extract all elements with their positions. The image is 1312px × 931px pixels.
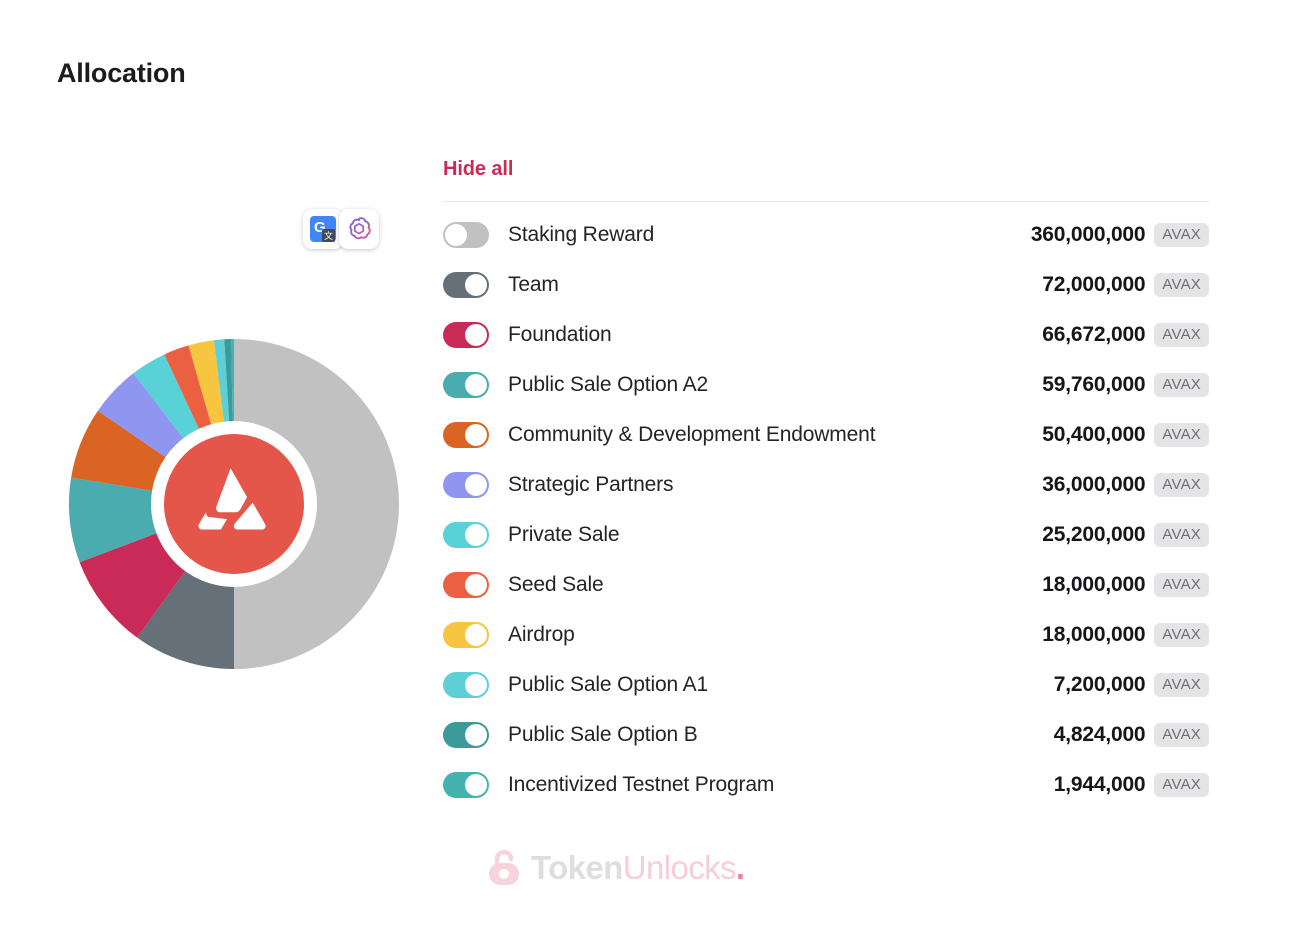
legend-toggle[interactable]: [443, 472, 489, 498]
legend-label: Community & Development Endowment: [508, 423, 876, 447]
allocation-donut-chart: [68, 338, 400, 670]
toggle-knob: [465, 524, 487, 546]
legend-value: 18,000,000: [1042, 573, 1146, 596]
legend-row[interactable]: Public Sale Option B 4,824,000 AVAX: [443, 710, 1209, 760]
unit-badge: AVAX: [1154, 323, 1209, 347]
legend-divider: [443, 201, 1209, 202]
legend-toggle[interactable]: [443, 322, 489, 348]
legend-row[interactable]: Staking Reward 360,000,000 AVAX: [443, 210, 1209, 260]
legend-value: 36,000,000: [1042, 473, 1146, 496]
toggle-knob: [465, 574, 487, 596]
legend-row-list: Staking Reward 360,000,000 AVAX Team 72,000,…: [443, 210, 1209, 810]
unit-badge: AVAX: [1154, 773, 1209, 797]
legend-row[interactable]: Foundation 66,672,000 AVAX: [443, 310, 1209, 360]
legend-label: Strategic Partners: [508, 473, 674, 497]
unit-badge: AVAX: [1154, 673, 1209, 697]
legend-value: 59,760,000: [1042, 373, 1146, 396]
donut-svg: [69, 339, 399, 669]
unit-badge: AVAX: [1154, 373, 1209, 397]
unit-badge: AVAX: [1154, 273, 1209, 297]
unit-badge: AVAX: [1154, 723, 1209, 747]
watermark-dot: .: [735, 848, 745, 886]
legend-toggle[interactable]: [443, 522, 489, 548]
legend-value: 18,000,000: [1042, 623, 1146, 646]
legend-value: 7,200,000: [1053, 673, 1146, 696]
legend-toggle[interactable]: [443, 622, 489, 648]
toggle-knob: [465, 724, 487, 746]
legend-value: 1,944,000: [1053, 773, 1146, 796]
page-title: Allocation: [57, 58, 186, 88]
unit-badge: AVAX: [1154, 623, 1209, 647]
toggle-knob: [465, 674, 487, 696]
legend-label: Incentivized Testnet Program: [508, 773, 775, 797]
legend-row[interactable]: Incentivized Testnet Program 1,944,000 AVA…: [443, 760, 1209, 810]
legend-toggle[interactable]: [443, 722, 489, 748]
legend-value: 50,400,000: [1042, 423, 1146, 446]
legend-toggle[interactable]: [443, 572, 489, 598]
legend-row[interactable]: Public Sale Option A2 59,760,000 AVAX: [443, 360, 1209, 410]
legend-label: Seed Sale: [508, 573, 604, 597]
google-translate-extension-icon[interactable]: G 文: [303, 209, 343, 249]
allocation-page: Allocation G 文 Hide all Staking Reward 3…: [0, 0, 1312, 931]
legend-label: Foundation: [508, 323, 612, 347]
legend-value: 4,824,000: [1053, 723, 1146, 746]
legend-label: Public Sale Option A1: [508, 673, 708, 697]
openai-logo-icon: [349, 217, 371, 240]
legend-toggle[interactable]: [443, 672, 489, 698]
legend-row[interactable]: Airdrop 18,000,000 AVAX: [443, 610, 1209, 660]
unit-badge: AVAX: [1154, 473, 1209, 497]
legend-value: 360,000,000: [1030, 223, 1146, 246]
legend-value: 66,672,000: [1042, 323, 1146, 346]
watermark-token: Token: [531, 848, 623, 886]
toggle-knob: [465, 274, 487, 296]
legend-label: Staking Reward: [508, 223, 655, 247]
legend-label: Airdrop: [508, 623, 575, 647]
legend-toggle[interactable]: [443, 422, 489, 448]
allocation-legend: Hide all Staking Reward 360,000,000 AVAX Te…: [443, 158, 1209, 810]
toggle-knob: [465, 624, 487, 646]
legend-label: Private Sale: [508, 523, 620, 547]
toggle-knob: [465, 474, 487, 496]
chatgpt-extension-icon[interactable]: [339, 209, 379, 249]
legend-row[interactable]: Public Sale Option A1 7,200,000 AVAX: [443, 660, 1209, 710]
toggle-knob: [465, 374, 487, 396]
browser-extension-icons: G 文: [303, 209, 379, 249]
legend-row[interactable]: Seed Sale 18,000,000 AVAX: [443, 560, 1209, 610]
legend-toggle[interactable]: [443, 222, 489, 248]
legend-label: Public Sale Option B: [508, 723, 698, 747]
legend-value: 25,200,000: [1042, 523, 1146, 546]
legend-toggle[interactable]: [443, 772, 489, 798]
tokenunlocks-watermark: TokenUnlocks.: [487, 848, 745, 886]
legend-row[interactable]: Team 72,000,000 AVAX: [443, 260, 1209, 310]
unit-badge: AVAX: [1154, 573, 1209, 597]
legend-row[interactable]: Private Sale 25,200,000 AVAX: [443, 510, 1209, 560]
toggle-knob: [445, 224, 467, 246]
unit-badge: AVAX: [1154, 423, 1209, 447]
legend-value: 72,000,000: [1042, 273, 1146, 296]
unit-badge: AVAX: [1154, 523, 1209, 547]
toggle-knob: [465, 324, 487, 346]
legend-row[interactable]: Strategic Partners 36,000,000 AVAX: [443, 460, 1209, 510]
toggle-knob: [465, 424, 487, 446]
legend-toggle[interactable]: [443, 272, 489, 298]
lock-icon: [489, 849, 519, 885]
hide-all-button[interactable]: Hide all: [443, 158, 513, 181]
legend-toggle[interactable]: [443, 372, 489, 398]
legend-label: Public Sale Option A2: [508, 373, 708, 397]
legend-label: Team: [508, 273, 559, 297]
legend-row[interactable]: Community & Development Endowment 50,400,…: [443, 410, 1209, 460]
unit-badge: AVAX: [1154, 223, 1209, 247]
toggle-knob: [465, 774, 487, 796]
watermark-unlocks: Unlocks: [622, 848, 737, 886]
